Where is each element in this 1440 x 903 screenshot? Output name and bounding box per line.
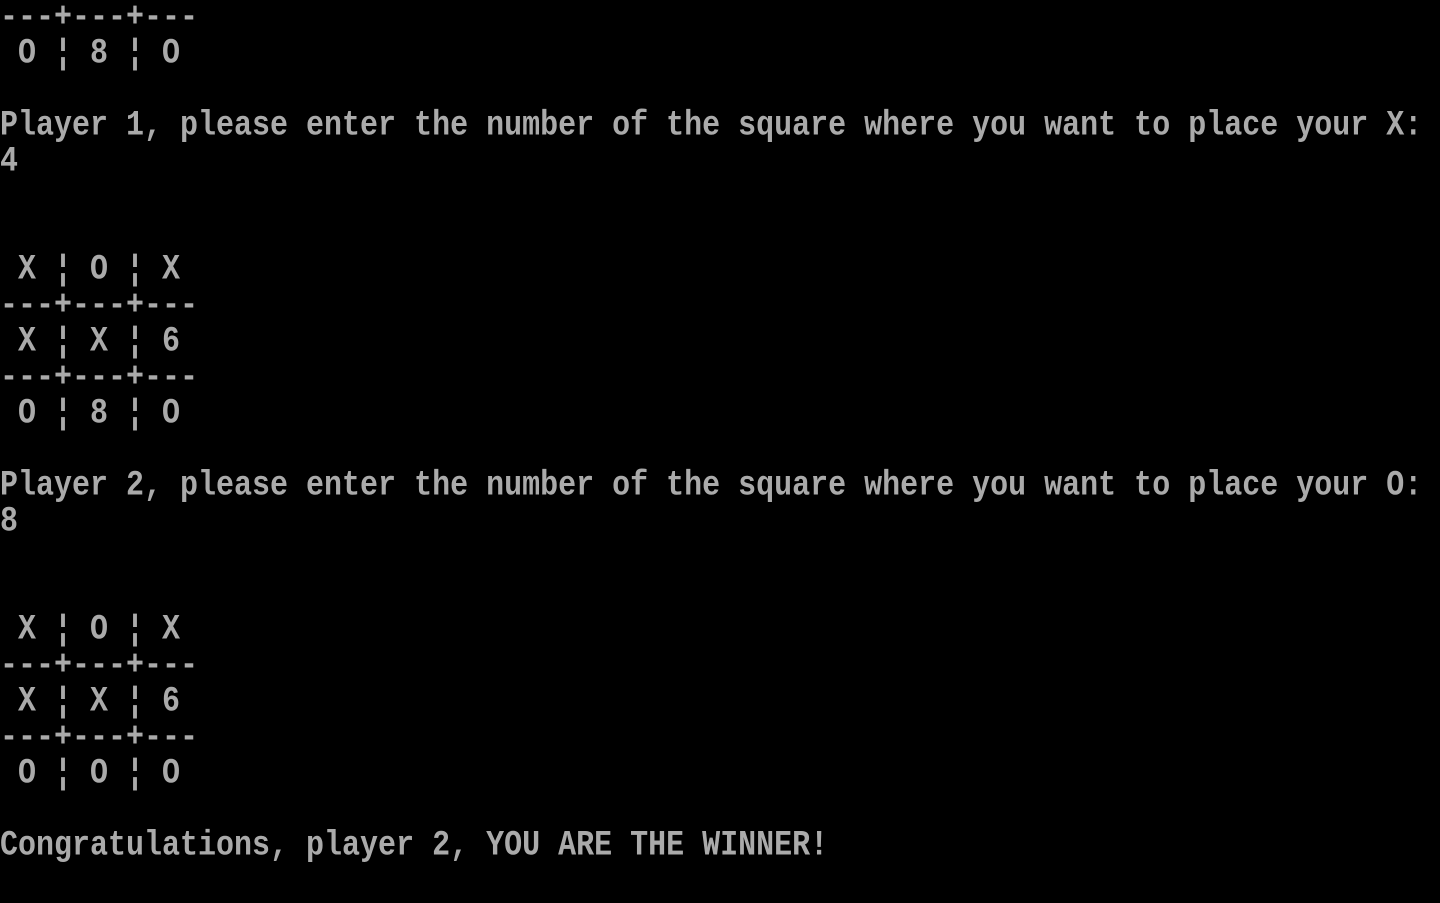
terminal-console[interactable]: ---+---+--- O ¦ 8 ¦ O Player 1, please e…	[0, 0, 1440, 900]
input-line[interactable]	[0, 861, 1440, 903]
